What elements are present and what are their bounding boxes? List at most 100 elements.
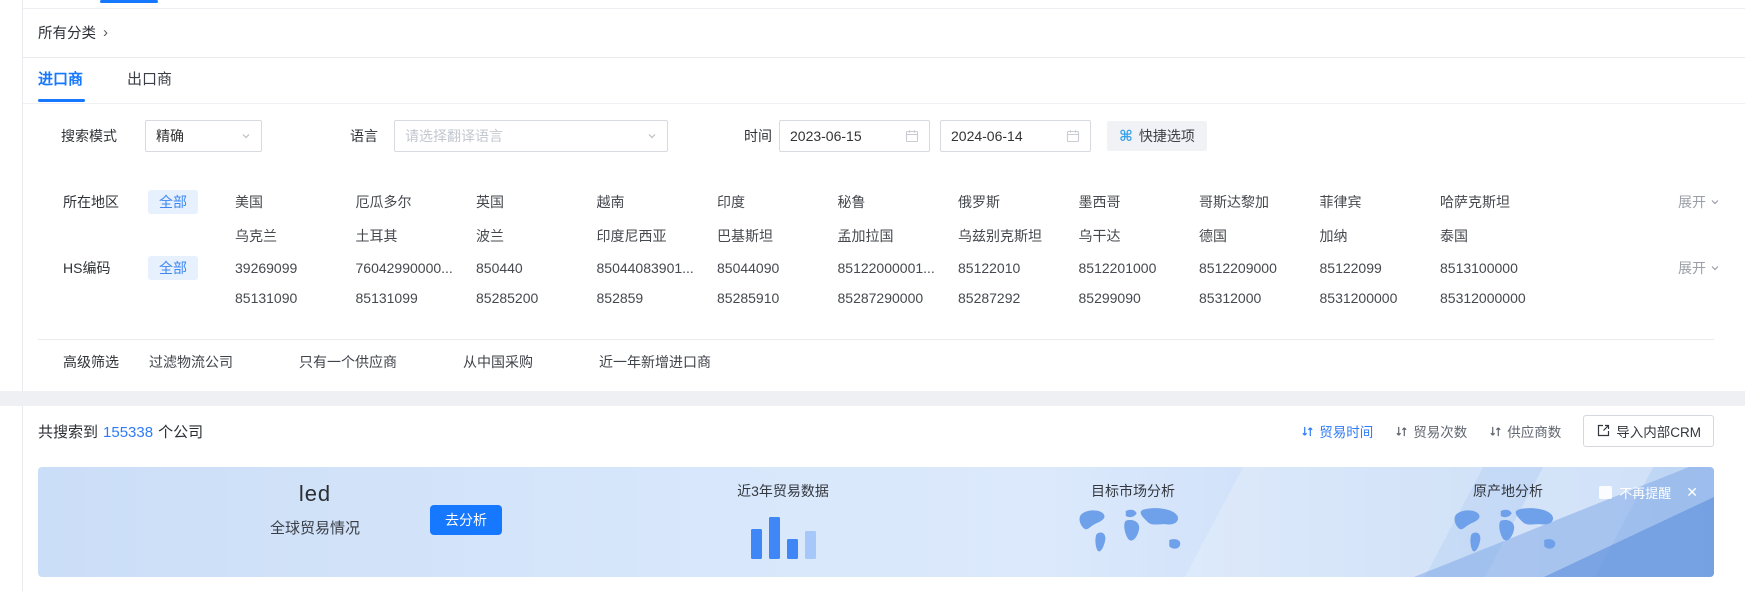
hs-code-option[interactable]: 850440	[476, 258, 597, 278]
language-select[interactable]: 请选择翻译语言	[394, 120, 668, 152]
quick-options-label: 快捷选项	[1139, 126, 1195, 146]
region-option[interactable]: 美国	[235, 192, 356, 212]
sort-trade-time[interactable]: 贸易时间	[1301, 421, 1373, 441]
chevron-right-icon: ›	[103, 26, 108, 40]
hs-code-option[interactable]: 8512209000	[1199, 258, 1320, 278]
left-panel-border	[22, 0, 23, 591]
top-bar-border	[23, 8, 1745, 9]
region-option[interactable]: 加纳	[1320, 226, 1441, 246]
hs-code-option[interactable]: 85287292	[958, 288, 1079, 308]
region-option[interactable]: 墨西哥	[1079, 192, 1200, 212]
advanced-filter-item[interactable]: 近一年新增进口商	[599, 352, 711, 372]
region-option[interactable]: 俄罗斯	[958, 192, 1079, 212]
region-option[interactable]: 厄瓜多尔	[356, 192, 477, 212]
hs-code-option[interactable]: 85122000001...	[838, 258, 959, 278]
hs-code-option[interactable]: 85131090	[235, 288, 356, 308]
hs-code-option[interactable]: 85312000000	[1440, 288, 1561, 308]
bar	[751, 529, 762, 559]
region-option[interactable]: 哥斯达黎加	[1199, 192, 1320, 212]
region-option[interactable]: 土耳其	[356, 226, 477, 246]
hs-code-option[interactable]: 852859	[597, 288, 718, 308]
hs-code-option[interactable]: 85287290000	[838, 288, 959, 308]
promo-banner: led 全球贸易情况 去分析 近3年贸易数据 目标市场分析	[38, 467, 1714, 577]
hs-code-option[interactable]: 85299090	[1079, 288, 1200, 308]
hs-code-option[interactable]: 39269099	[235, 258, 356, 278]
hs-code-option[interactable]: 85285910	[717, 288, 838, 308]
region-option[interactable]: 德国	[1199, 226, 1320, 246]
import-crm-button[interactable]: 导入内部CRM	[1583, 415, 1714, 447]
active-tab-underline	[38, 99, 85, 102]
region-option[interactable]: 乌克兰	[235, 226, 356, 246]
sort-supplier-count[interactable]: 供应商数	[1489, 421, 1561, 441]
tabs-top-border	[23, 57, 1745, 58]
quick-options-button[interactable]: ⌘ 快捷选项	[1107, 121, 1207, 151]
advanced-filter-item[interactable]: 只有一个供应商	[299, 352, 397, 372]
tab-exporters[interactable]: 出口商	[127, 68, 172, 89]
region-option[interactable]: 越南	[597, 192, 718, 212]
date-end-input[interactable]: 2024-06-14	[940, 120, 1091, 152]
region-option[interactable]: 波兰	[476, 226, 597, 246]
region-option[interactable]: 印度尼西亚	[597, 226, 718, 246]
region-option[interactable]: 哈萨克斯坦	[1440, 192, 1561, 212]
region-option[interactable]: 秘鲁	[838, 192, 959, 212]
breadcrumb[interactable]: 所有分类 ›	[38, 22, 108, 43]
hs-code-label: HS编码	[63, 258, 110, 278]
bar	[769, 517, 780, 559]
banner-market-title: 目标市场分析	[1048, 481, 1218, 501]
region-expand[interactable]: 展开	[1678, 192, 1720, 212]
region-option[interactable]: 乌干达	[1079, 226, 1200, 246]
region-option[interactable]: 巴基斯坦	[717, 226, 838, 246]
advanced-filter-label: 高级筛选	[63, 352, 119, 372]
hs-code-option[interactable]: 85044083901...	[597, 258, 718, 278]
date-start-input[interactable]: 2023-06-15	[779, 120, 930, 152]
time-label: 时间	[744, 126, 772, 146]
hs-code-option[interactable]: 85285200	[476, 288, 597, 308]
chevron-down-icon	[1710, 197, 1720, 207]
region-row-1: 美国厄瓜多尔英国越南印度秘鲁俄罗斯墨西哥哥斯达黎加菲律宾哈萨克斯坦	[235, 192, 1561, 212]
region-option[interactable]: 英国	[476, 192, 597, 212]
region-label: 所在地区	[63, 192, 119, 212]
sort-icon	[1489, 425, 1502, 438]
hs-expand-label: 展开	[1678, 258, 1706, 278]
results-count-suffix: 个公司	[158, 424, 203, 441]
banner-market-section: 目标市场分析	[1048, 481, 1218, 566]
close-icon[interactable]: ✕	[1686, 484, 1698, 501]
hs-code-option[interactable]: 85131099	[356, 288, 477, 308]
region-option[interactable]: 印度	[717, 192, 838, 212]
page: 所有分类 › 进口商 出口商 搜索模式 精确 语言 请选择翻译语言 时间 202…	[0, 0, 1745, 591]
advanced-filter-item[interactable]: 从中国采购	[463, 352, 533, 372]
hs-code-option[interactable]: 85122010	[958, 258, 1079, 278]
hs-code-option[interactable]: 8513100000	[1440, 258, 1561, 278]
results-count-number[interactable]: 155338	[103, 424, 153, 441]
banner-keyword: led	[230, 481, 400, 507]
sort-label: 供应商数	[1507, 421, 1561, 441]
region-option[interactable]: 菲律宾	[1320, 192, 1441, 212]
import-crm-label: 导入内部CRM	[1616, 421, 1701, 441]
search-mode-select[interactable]: 精确	[145, 120, 262, 152]
region-option[interactable]: 泰国	[1440, 226, 1561, 246]
advanced-filter-item[interactable]: 过滤物流公司	[149, 352, 233, 372]
hs-all-chip[interactable]: 全部	[148, 256, 198, 280]
hs-code-option[interactable]: 8512201000	[1079, 258, 1200, 278]
chevron-down-icon	[241, 131, 251, 141]
dismiss-group: 不再提醒 ✕	[1599, 483, 1698, 502]
hs-code-option[interactable]: 85312000	[1199, 288, 1320, 308]
sort-trade-count[interactable]: 贸易次数	[1395, 421, 1467, 441]
hs-code-option[interactable]: 85044090	[717, 258, 838, 278]
region-option[interactable]: 乌兹别克斯坦	[958, 226, 1079, 246]
results-count: 共搜索到155338个公司	[38, 421, 203, 442]
search-mode-value: 精确	[156, 126, 184, 146]
region-option[interactable]: 孟加拉国	[838, 226, 959, 246]
hs-code-option[interactable]: 85122099	[1320, 258, 1441, 278]
language-label: 语言	[350, 126, 378, 146]
region-all-chip[interactable]: 全部	[148, 190, 198, 214]
hs-code-option[interactable]: 76042990000...	[356, 258, 477, 278]
hs-code-option[interactable]: 8531200000	[1320, 288, 1441, 308]
chevron-down-icon	[647, 131, 657, 141]
tab-importers[interactable]: 进口商	[38, 68, 83, 89]
breadcrumb-label: 所有分类	[38, 22, 96, 43]
dismiss-checkbox[interactable]	[1599, 486, 1612, 499]
banner-chart-title: 近3年贸易数据	[698, 481, 868, 501]
analyze-button[interactable]: 去分析	[430, 505, 502, 535]
hs-expand[interactable]: 展开	[1678, 258, 1720, 278]
